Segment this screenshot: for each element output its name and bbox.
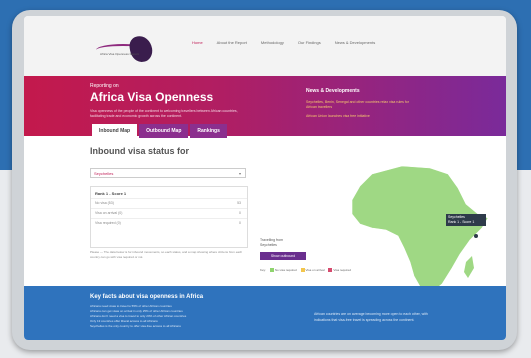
nav-link-about[interactable]: About the Report (217, 40, 247, 45)
list-item[interactable]: Visa on arrival (0) 0 (91, 208, 247, 218)
key-facts-list: Africans need visas to travel to 55% of … (90, 304, 290, 329)
key-item: Visa on arrival (305, 268, 325, 272)
key-label: Key: (260, 268, 267, 272)
list-item-count: 0 (239, 211, 241, 215)
country-select-value: Seychelles (94, 171, 114, 176)
visa-on-arrival-swatch (300, 268, 305, 273)
news-item[interactable]: African Union launches visa free initiat… (306, 114, 416, 119)
key-item: No visa required (274, 268, 297, 272)
tooltip-rank: Rank 1 - Score 1 (448, 220, 475, 224)
rank-score: Rank 1 - Score 1 (95, 191, 127, 196)
nav-link-home[interactable]: Home (192, 40, 203, 45)
key-item: Visa required (333, 268, 351, 272)
key-facts-summary: African countries are on average becomin… (314, 312, 428, 322)
news-list: Seychelles, Benin, Senegal and other cou… (306, 100, 416, 123)
show-outbound-button[interactable]: Show outbound (260, 252, 306, 260)
list-item-label: Visa required (0) (95, 221, 121, 225)
nav-link-methodology[interactable]: Methodology (261, 40, 284, 45)
list-item-label: Visa on arrival (0) (95, 211, 123, 215)
nav-link-findings[interactable]: Our Findings (298, 40, 321, 45)
tab-rankings[interactable]: Rankings (190, 124, 227, 138)
visa-required-swatch (328, 268, 333, 273)
visa-status-list: Rank 1 - Score 1 No visa (53) 53 Visa on… (90, 186, 248, 248)
hero-title: Africa Visa Openness (90, 90, 214, 104)
site-logo[interactable]: Africa Visa Openness Report (96, 30, 174, 64)
no-visa-swatch (269, 268, 274, 273)
list-item: Seychelles is the only country to offer … (90, 324, 181, 328)
key-facts-section: Key facts about visa openness in Africa … (24, 286, 506, 340)
madagascar-shape (464, 256, 474, 278)
device-screen: Africa Visa Openness Report Home About t… (24, 16, 506, 340)
africa-logo-icon (127, 34, 155, 64)
travelling-from: Travelling from Seychelles (260, 238, 283, 248)
country-select[interactable]: Seychelles ▾ (90, 168, 246, 178)
list-item[interactable]: No visa (53) 53 (91, 198, 247, 208)
news-title: News & Developments (306, 88, 360, 94)
map-tabs: Inbound Map Outbound Map Rankings (92, 124, 227, 138)
hero-pretitle: Reporting on (90, 83, 119, 89)
nav-links: Home About the Report Methodology Our Fi… (192, 40, 375, 45)
map-note: Please — The data below is for inbound m… (90, 250, 243, 259)
tab-inbound-map[interactable]: Inbound Map (92, 124, 138, 138)
list-item[interactable]: Visa required (0) 0 (91, 218, 247, 228)
list-item-count: 53 (237, 201, 241, 205)
chevron-down-icon: ▾ (238, 171, 241, 176)
logo-text: Africa Visa Openness Report (100, 52, 139, 56)
list-item-count: 0 (239, 221, 241, 225)
map-tooltip: Seychelles Rank 1 - Score 1 (446, 214, 486, 226)
key-facts-title: Key facts about visa openness in Africa (90, 294, 204, 300)
nav-link-news[interactable]: News & Developments (335, 40, 375, 45)
inbound-heading: Inbound visa status for (90, 146, 190, 156)
top-navigation: Africa Visa Openness Report Home About t… (24, 16, 506, 76)
hero-subtitle: Visa openness of the people of the conti… (90, 109, 238, 118)
list-item-label: No visa (53) (95, 201, 114, 205)
tab-outbound-map[interactable]: Outbound Map (139, 124, 189, 138)
seychelles-marker (474, 234, 478, 238)
news-item[interactable]: Seychelles, Benin, Senegal and other cou… (306, 100, 416, 110)
map-key: Key: No visa required Visa on arrival Vi… (260, 268, 351, 273)
travelling-from-value: Seychelles (260, 243, 277, 247)
